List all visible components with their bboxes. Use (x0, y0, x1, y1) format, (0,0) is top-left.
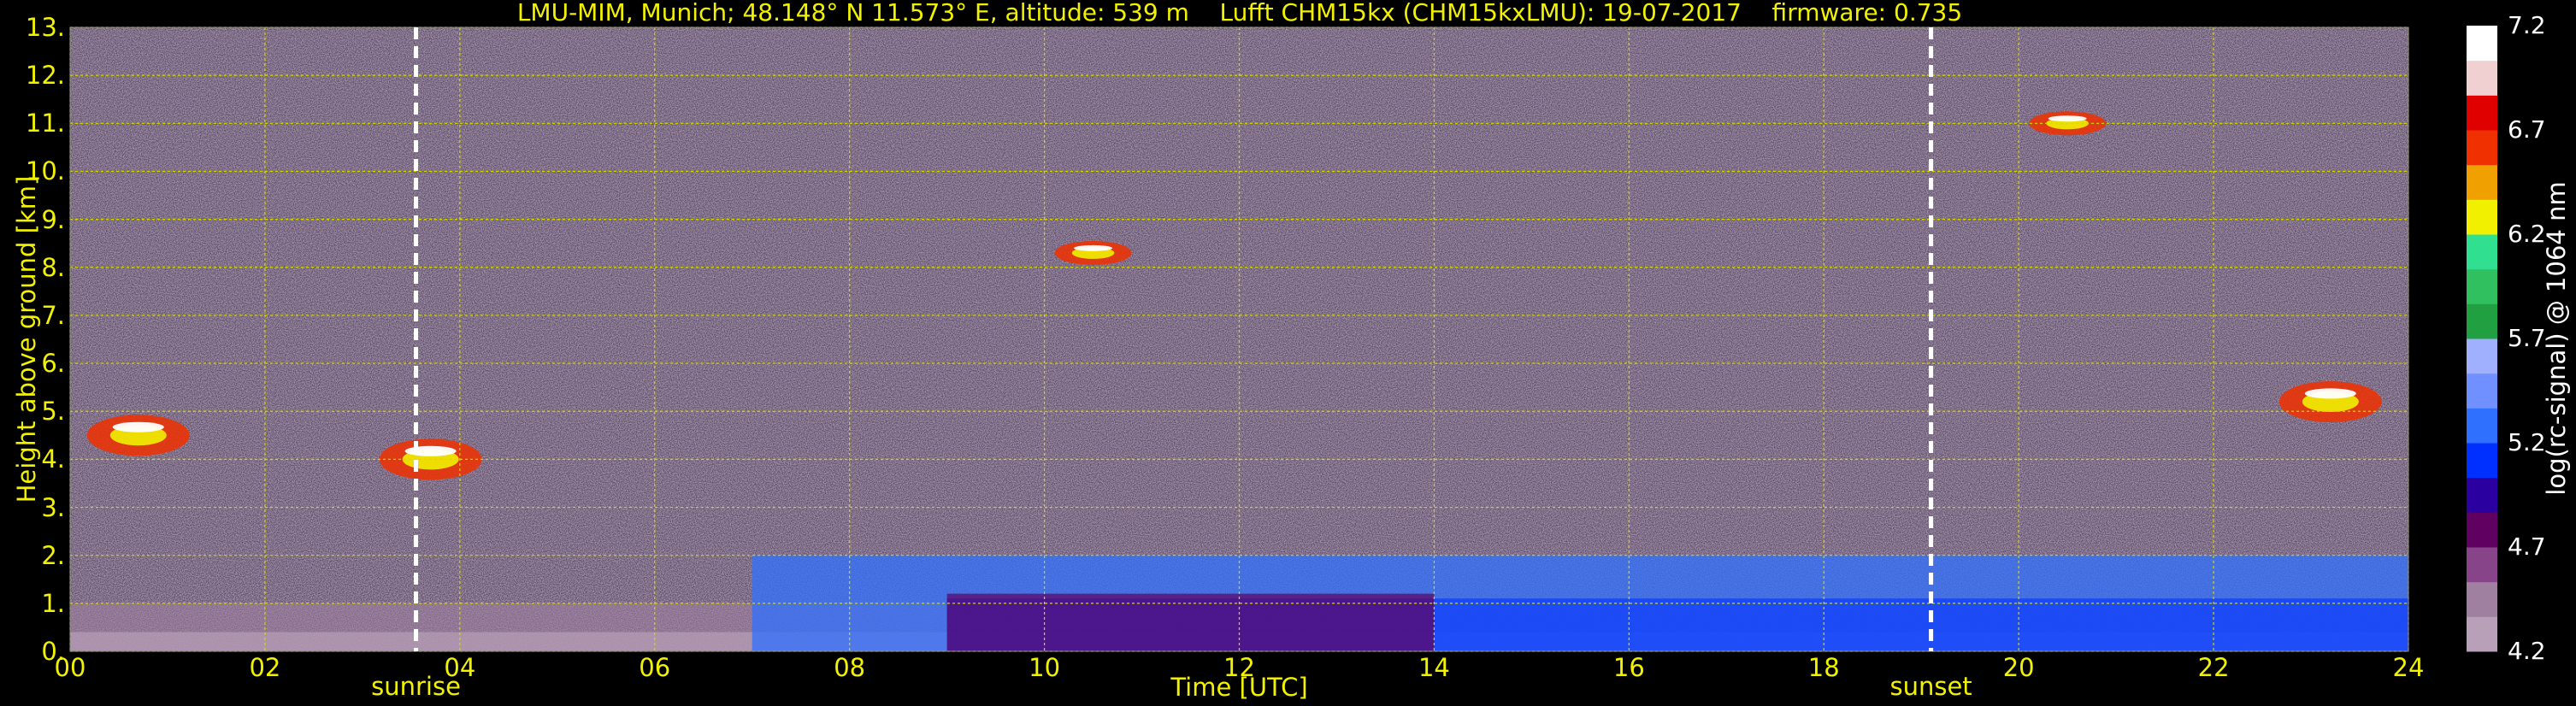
colorbar-tick-label: 7.2 (2508, 11, 2546, 39)
colorbar-segment (2467, 268, 2497, 304)
cloud-base (2048, 115, 2087, 122)
cloud-base (112, 421, 164, 432)
colorbar-segment (2467, 547, 2497, 583)
boundary-layer-purple (946, 593, 1435, 651)
y-axis-label: Height above ground [km] (12, 175, 41, 503)
cloud-base (1074, 244, 1113, 251)
x-tick-label: 00 (54, 653, 86, 682)
x-axis-label: Time [UTC] (1170, 673, 1308, 702)
x-tick-label: 06 (639, 653, 671, 682)
colorbar-segment (2467, 408, 2497, 444)
cloud-base (404, 445, 457, 456)
colorbar-segment (2467, 234, 2497, 270)
colorbar-segment (2467, 60, 2497, 96)
colorbar-segment (2467, 199, 2497, 235)
colorbar-segment (2467, 338, 2497, 374)
colorbar-label: log(rc-signal) @ 1064 nm (2542, 181, 2571, 496)
colorbar (2467, 26, 2497, 652)
colorbar-segment (2467, 26, 2497, 62)
colorbar-segment (2467, 373, 2497, 409)
colorbar-tick-label: 4.2 (2508, 637, 2546, 665)
x-tick-label: 02 (249, 653, 281, 682)
colorbar-segment (2467, 581, 2497, 617)
colorbar-segment (2467, 95, 2497, 131)
colorbar-segment (2467, 303, 2497, 339)
colorbar-segment (2467, 512, 2497, 548)
cloud-base (2304, 388, 2356, 399)
x-tick-label: 08 (834, 653, 866, 682)
colorbar-tick-label: 6.2 (2508, 220, 2546, 248)
sun-event-label: sunrise (371, 672, 461, 701)
colorbar-tick-label: 5.2 (2508, 428, 2546, 456)
x-tick-label: 16 (1612, 653, 1645, 682)
y-tick-label: 13. (25, 13, 65, 42)
colorbar-segment (2467, 616, 2497, 652)
ceilometer-plot (69, 26, 2497, 652)
x-tick-label: 24 (2392, 653, 2425, 682)
x-tick-label: 14 (1418, 653, 1450, 682)
colorbar-tick-label: 6.7 (2508, 115, 2546, 144)
x-tick-label: 10 (1029, 653, 1061, 682)
colorbar-segment (2467, 443, 2497, 479)
colorbar-segment (2467, 477, 2497, 513)
x-tick-label: 22 (2197, 653, 2230, 682)
colorbar-segment (2467, 164, 2497, 200)
colorbar-tick-label: 5.7 (2508, 324, 2546, 352)
sun-event-label: sunset (1889, 672, 1972, 701)
colorbar-segment (2467, 130, 2497, 166)
colorbar-tick-label: 4.7 (2508, 532, 2546, 561)
